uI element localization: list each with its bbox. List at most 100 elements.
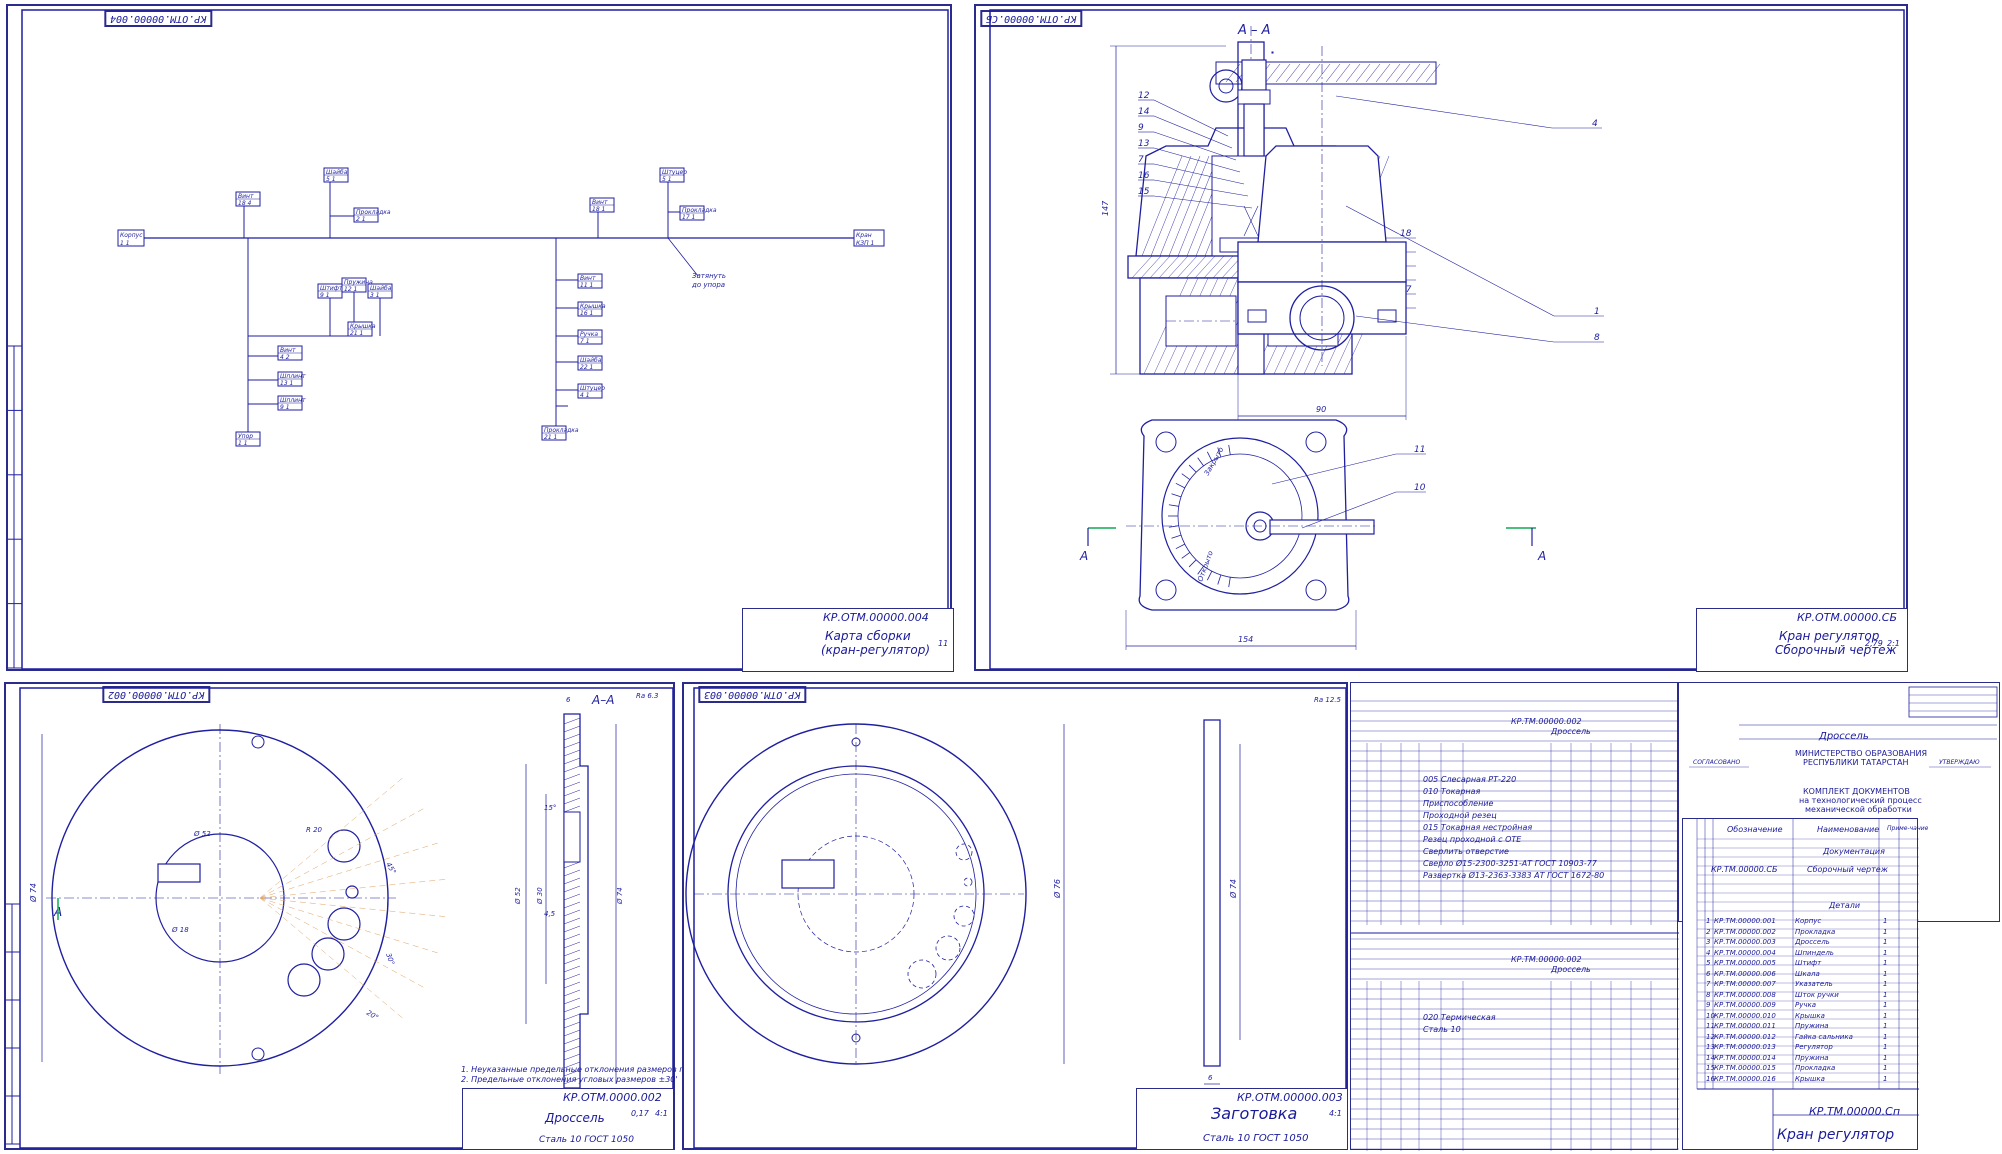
dimension-label: Ø 74 xyxy=(616,887,624,905)
handle-top-view xyxy=(1269,519,1375,535)
spec-name-cell: Пружина xyxy=(1795,1022,1829,1030)
callout-number: 10 xyxy=(1414,483,1426,493)
dimension-label: Ø 30 xyxy=(536,887,544,905)
node-title: Упор xyxy=(238,433,253,440)
spec-name-cell: Регулятор xyxy=(1795,1043,1833,1051)
scale-value: 4:1 xyxy=(1329,1109,1342,1118)
section-title: А – А xyxy=(1237,23,1271,38)
sheet-assembly-map[interactable]: КР.ОТМ.00000.004 Корпус 1 1 Кран КЗП 1 Винт 1… xyxy=(6,4,954,672)
title-block: КР.ОТМ.0000.002 Дроссель Сталь 10 ГОСТ 1… xyxy=(462,1088,674,1150)
roughness-mark: Ra 12.5 xyxy=(1314,696,1342,704)
title-block: КР.ОТМ.00000.003 Заготовка Сталь 10 ГОСТ… xyxy=(1136,1088,1348,1150)
dimension-label: 6 xyxy=(566,696,571,704)
node-number: 22 1 xyxy=(580,364,593,371)
node-title: Крышка xyxy=(350,323,376,330)
node-title: Шайба xyxy=(580,357,602,364)
spec-name-cell: Штифт xyxy=(1795,959,1822,967)
sheet-assembly-drawing[interactable]: КР.ОТМ.00000.СБ А – А1471214913716151823… xyxy=(974,4,1908,672)
spec-qty: 1 xyxy=(1883,959,1888,967)
spindle-neck xyxy=(1243,103,1265,157)
spec-name-cell: Гайка сальника xyxy=(1795,1032,1853,1041)
node-title: Шплинт xyxy=(280,373,306,380)
spec-qty: 1 xyxy=(1883,917,1888,925)
node-number: 17 1 xyxy=(682,214,695,221)
dimension-diameter: Ø 74 xyxy=(28,883,38,903)
node-title: Штифт xyxy=(320,285,343,292)
route-lower-code: КР.ТМ.00000.002 xyxy=(1511,955,1582,964)
route-row: Сверло Ø15-2300-3251-АТ ГОСТ 10903-77 xyxy=(1423,859,1597,868)
node-number: 12 1 xyxy=(344,286,357,293)
spec-code-cell: КР.ТМ.00000.015 xyxy=(1714,1064,1776,1072)
spec-name-cell: Крышка xyxy=(1795,1011,1825,1020)
note-label: до упора xyxy=(691,281,725,289)
bolt-head-left xyxy=(1247,309,1267,323)
route-row: Приспособление xyxy=(1423,799,1494,808)
section-profile xyxy=(563,713,589,1089)
node-title: Крышка xyxy=(580,303,606,310)
spec-code-cell: КР.ТМ.00000.013 xyxy=(1714,1043,1776,1051)
node-title: Шайба xyxy=(326,169,348,176)
drawing-name-line2: (кран-регулятор) xyxy=(821,643,931,657)
node-number: 21 1 xyxy=(350,330,363,337)
angular-ref-line xyxy=(259,878,450,899)
scale-value: 2:1 xyxy=(1887,639,1900,648)
node-number: 18 1 xyxy=(592,206,605,213)
drawing-code: КР.ОТМ.00000.004 xyxy=(823,611,929,624)
spec-qty: 1 xyxy=(1883,1022,1888,1030)
final-part-label: Кран xyxy=(856,232,872,239)
sheet-route-card[interactable]: КР.ТМ.00000.002 Дроссель 005 Слесарная Р… xyxy=(1350,682,1679,1151)
hidden-slot xyxy=(781,859,835,889)
sheet-specification[interactable]: Обозначение Наименование Приме-чание Док… xyxy=(1682,818,1928,1151)
spec-pos: 4 xyxy=(1706,948,1711,957)
base-part-label: Корпус xyxy=(120,232,143,239)
section-mark-left: А xyxy=(1079,549,1088,563)
orifice-hole xyxy=(287,963,321,997)
angular-ref-line xyxy=(259,897,427,990)
pin-hole-bottom xyxy=(251,1047,265,1061)
spec-pos: 1 xyxy=(1706,917,1711,925)
spec-name-cell: Указатель xyxy=(1795,980,1833,988)
route-card-grid xyxy=(1351,700,1679,1151)
material: Сталь 10 ГОСТ 1050 xyxy=(539,1135,634,1145)
spec-pos: 8 xyxy=(1706,990,1711,999)
route-row: 015 Токарная нестройная xyxy=(1423,823,1533,832)
sheet-blank[interactable]: КР.ОТМ.00000.003 Ra 12.5Ø 76Ø 746Копиров… xyxy=(682,682,1348,1150)
node-number: 1 1 xyxy=(238,440,248,447)
dimension-label: Ø 52 xyxy=(193,830,211,838)
callout-number: 16 xyxy=(1138,171,1150,181)
ministry-line-1: МИНИСТЕРСТВО ОБРАЗОВАНИЯ xyxy=(1795,749,1928,758)
route-header-code: КР.ТМ.00000.002 xyxy=(1511,717,1582,726)
set-line-2: на технологический процесс xyxy=(1799,796,1922,805)
node-number: 9 1 xyxy=(320,292,330,299)
spec-qty: 1 xyxy=(1883,990,1888,999)
drawing-code: КР.ОТМ.00000.СБ xyxy=(1797,611,1898,624)
dimension-label: R 20 xyxy=(306,826,323,834)
spec-qty: 1 xyxy=(1883,1064,1888,1072)
spec-code-cell: КР.ТМ.00000.012 xyxy=(1714,1032,1776,1041)
dimension-diameter: Ø 76 xyxy=(1052,879,1062,899)
sheet-number: 11 xyxy=(938,639,949,648)
side-stamp-column xyxy=(8,345,15,669)
hidden-orifice xyxy=(935,935,961,961)
node-number: 21 1 xyxy=(544,434,557,441)
spec-qty: 1 xyxy=(1883,1043,1888,1051)
spec-code-cell: КР.ТМ.00000.009 xyxy=(1714,1001,1776,1009)
spec-qty: 1 xyxy=(1883,927,1888,936)
note-label: Затянуть xyxy=(692,272,726,280)
node-title: Винт xyxy=(580,275,596,282)
spec-name-cell: Корпус xyxy=(1795,917,1822,925)
spec-code-cell: КР.ТМ.00000.003 xyxy=(1714,938,1776,946)
spec-code-cell: КР.ТМ.00000.005 xyxy=(1714,959,1776,967)
section-parts: Детали xyxy=(1829,901,1861,910)
dimension-label: 15° xyxy=(544,804,556,812)
sheet-throttle[interactable]: КР.ОТМ.00000.002 Ø 74 Ø 52 Ø 18 R 20 45° 30° 2… xyxy=(4,682,712,1150)
angular-ref-line xyxy=(259,806,427,899)
node-number: 18 4 xyxy=(238,200,252,207)
route-lower-detail: Дроссель xyxy=(1551,965,1591,974)
spec-qty: 1 xyxy=(1883,1074,1888,1083)
set-line-3: механической обработки xyxy=(1805,805,1912,814)
spec-code-cell: КР.ТМ.00000.014 xyxy=(1714,1053,1776,1062)
node-number: 7 1 xyxy=(580,338,590,345)
node-title: Прокладка xyxy=(356,209,391,216)
callout-leader xyxy=(1153,99,1229,137)
